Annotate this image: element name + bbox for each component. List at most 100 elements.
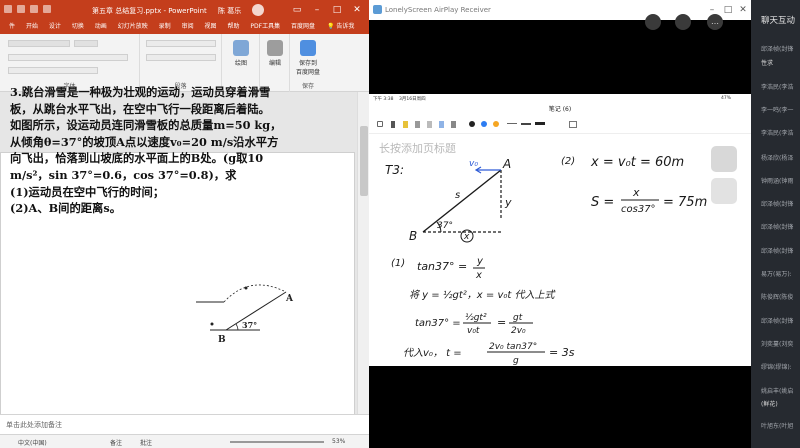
figure-label-a: A bbox=[285, 294, 294, 304]
figure-angle-label: 37° bbox=[242, 320, 257, 330]
close-icon[interactable]: ✕ bbox=[736, 4, 750, 16]
airplay-window-title: LonelyScreen AirPlay Receiver bbox=[385, 6, 491, 14]
hw-final-pre: 代入v₀， t = bbox=[403, 347, 462, 359]
problem-text: 3.跳台滑雪是一种极为壮观的运动，运动员穿着滑雪 板，从跳台水平飞出，在空中飞行… bbox=[10, 84, 350, 217]
hw-eq-tan: tan37° = bbox=[417, 260, 467, 273]
redo-icon[interactable] bbox=[30, 5, 38, 13]
hw-frac4-num: 2v₀ tan37° bbox=[489, 342, 537, 352]
list-buttons[interactable] bbox=[146, 40, 216, 47]
ribbon-options-icon[interactable]: ▭ bbox=[290, 4, 304, 16]
notes-pane[interactable]: 单击此处添加备注 bbox=[0, 414, 369, 434]
chat-message: 刘奕蔓(刘奕 bbox=[761, 341, 794, 348]
hw-a: A bbox=[502, 157, 511, 171]
status-language[interactable]: 中文(中国) bbox=[18, 438, 47, 447]
popout-icon[interactable] bbox=[675, 14, 691, 30]
more-icon[interactable]: … bbox=[707, 14, 723, 30]
font-format-buttons[interactable] bbox=[8, 54, 128, 61]
shapes-icon bbox=[233, 40, 249, 56]
problem-line: (2)A、B间的距离s。 bbox=[10, 201, 122, 216]
tab-home[interactable]: 开始 bbox=[26, 20, 38, 34]
trajectory-path bbox=[223, 284, 287, 303]
chat-message: (鲜花) bbox=[761, 401, 778, 408]
hw-frac2-den: v₀t bbox=[467, 326, 480, 336]
present-icon[interactable] bbox=[43, 5, 51, 13]
chat-message: 邱泽帧(封锋 bbox=[761, 201, 794, 208]
status-notes-button[interactable]: 备注 bbox=[110, 438, 122, 447]
tab-design[interactable]: 设计 bbox=[49, 20, 61, 34]
hw-angle: 37° bbox=[437, 221, 453, 231]
hw-frac3-num: gt bbox=[513, 313, 523, 323]
problem-line: (1)运动员在空中飞行的时间； bbox=[10, 184, 165, 199]
hw-s-den: cos37° bbox=[621, 204, 656, 215]
tab-help[interactable]: 帮助 bbox=[227, 20, 239, 34]
hw-sub-line: 将 y = ½gt²，x = v₀t 代入上式 bbox=[409, 289, 556, 301]
maximize-icon[interactable]: □ bbox=[721, 4, 735, 16]
hw-eq-mid: = bbox=[497, 316, 506, 329]
ppt-title-bar: 第五章 总结复习.pptx - PowerPoint 陈 葛乐 ▭ – □ ✕ bbox=[0, 0, 369, 20]
screen: 第五章 总结复习.pptx - PowerPoint 陈 葛乐 ▭ – □ ✕ … bbox=[0, 0, 800, 448]
angle-arc bbox=[235, 323, 239, 331]
undo-icon[interactable] bbox=[17, 5, 25, 13]
save-icon[interactable] bbox=[4, 5, 12, 13]
tab-slideshow[interactable]: 幻灯片放映 bbox=[118, 20, 148, 34]
problem-line: 3.跳台滑雪是一种极为壮观的运动，运动员穿着滑雪 bbox=[10, 85, 271, 99]
font-color-buttons[interactable] bbox=[8, 67, 98, 74]
chat-message: 邱泽帧(封锋 bbox=[761, 46, 794, 53]
ppt-status-bar: 中文(中国) 备注 批注 53% bbox=[0, 434, 369, 448]
hw-part1: (1) bbox=[391, 258, 405, 269]
save-to-baidu-button[interactable]: 保存到 百度网盘 bbox=[292, 40, 324, 76]
tab-review[interactable]: 审阅 bbox=[182, 20, 194, 34]
chat-message: 缪锦(缪锦): bbox=[761, 364, 792, 371]
chat-message: 杨泽欣(杨泽 bbox=[761, 155, 794, 162]
font-size-select[interactable] bbox=[74, 40, 98, 47]
screen-share-icon[interactable] bbox=[645, 14, 661, 30]
tab-pdf-tools[interactable]: PDF工具集 bbox=[250, 20, 280, 34]
lightbulb-icon: 💡 bbox=[326, 23, 335, 30]
zoom-slider[interactable] bbox=[230, 441, 324, 443]
minimize-icon[interactable]: – bbox=[310, 4, 324, 16]
tab-view[interactable]: 视图 bbox=[205, 20, 217, 34]
hw-frac4-den: g bbox=[513, 356, 519, 366]
app-icon bbox=[373, 5, 382, 14]
tab-record[interactable]: 录制 bbox=[159, 20, 171, 34]
chat-message: 姚启丰(姚启 bbox=[761, 388, 794, 395]
font-name-select[interactable] bbox=[8, 40, 70, 47]
tell-me-search[interactable]: 💡 告诉我 bbox=[327, 20, 355, 34]
problem-line: 板，从跳台水平飞出，在空中飞行一段距离后着陆。 bbox=[10, 101, 270, 116]
hw-t3: T3: bbox=[385, 163, 404, 177]
problem-line: 从倾角θ=37°的坡顶A点以速度v₀=20 m/s沿水平方 bbox=[10, 134, 279, 149]
hw-s-eq: S = bbox=[591, 195, 614, 210]
editing-button[interactable]: 编辑 bbox=[262, 40, 288, 67]
skier-icon bbox=[244, 286, 248, 290]
chat-message: 叶旭东(叶旭 bbox=[761, 423, 794, 430]
tab-file[interactable]: 件 bbox=[9, 20, 15, 34]
hw-eq-tan2: tan37° = bbox=[415, 318, 461, 329]
find-icon bbox=[267, 40, 283, 56]
maximize-icon[interactable]: □ bbox=[330, 4, 344, 16]
tab-animations[interactable]: 动画 bbox=[95, 20, 107, 34]
hw-s-num: x bbox=[632, 186, 640, 199]
close-icon[interactable]: ✕ bbox=[350, 4, 364, 16]
align-buttons[interactable] bbox=[146, 54, 216, 61]
hw-s-val: = 75m bbox=[663, 195, 707, 210]
hw-x: x bbox=[463, 232, 470, 242]
vertical-scrollbar[interactable] bbox=[357, 92, 369, 414]
tab-baidu-pan[interactable]: 百度网盘 bbox=[291, 20, 315, 34]
scroll-thumb[interactable] bbox=[360, 126, 368, 196]
hw-frac3-den: 2v₀ bbox=[511, 326, 526, 336]
tab-transitions[interactable]: 切换 bbox=[72, 20, 84, 34]
cloud-save-icon bbox=[300, 40, 316, 56]
avatar[interactable] bbox=[252, 4, 264, 16]
hw-slope bbox=[422, 169, 502, 233]
chat-message: 陈俊辉(陈俊 bbox=[761, 294, 794, 301]
chat-message: 李一鸣(李一 bbox=[761, 107, 794, 114]
hw-frac-x: x bbox=[475, 270, 482, 281]
problem-line: m/s²，sin 37°=0.6，cos 37°=0.8)，求 bbox=[10, 167, 237, 182]
ppt-user-name: 陈 葛乐 bbox=[218, 7, 242, 15]
zoom-level[interactable]: 53% bbox=[332, 438, 345, 445]
status-comments-button[interactable]: 批注 bbox=[140, 438, 152, 447]
chat-message: 李浩民(李浩 bbox=[761, 84, 794, 91]
chat-message: 邱泽帧(封锋 bbox=[761, 318, 794, 325]
powerpoint-window: 第五章 总结复习.pptx - PowerPoint 陈 葛乐 ▭ – □ ✕ … bbox=[0, 0, 369, 448]
drawing-button[interactable]: 绘图 bbox=[228, 40, 254, 67]
